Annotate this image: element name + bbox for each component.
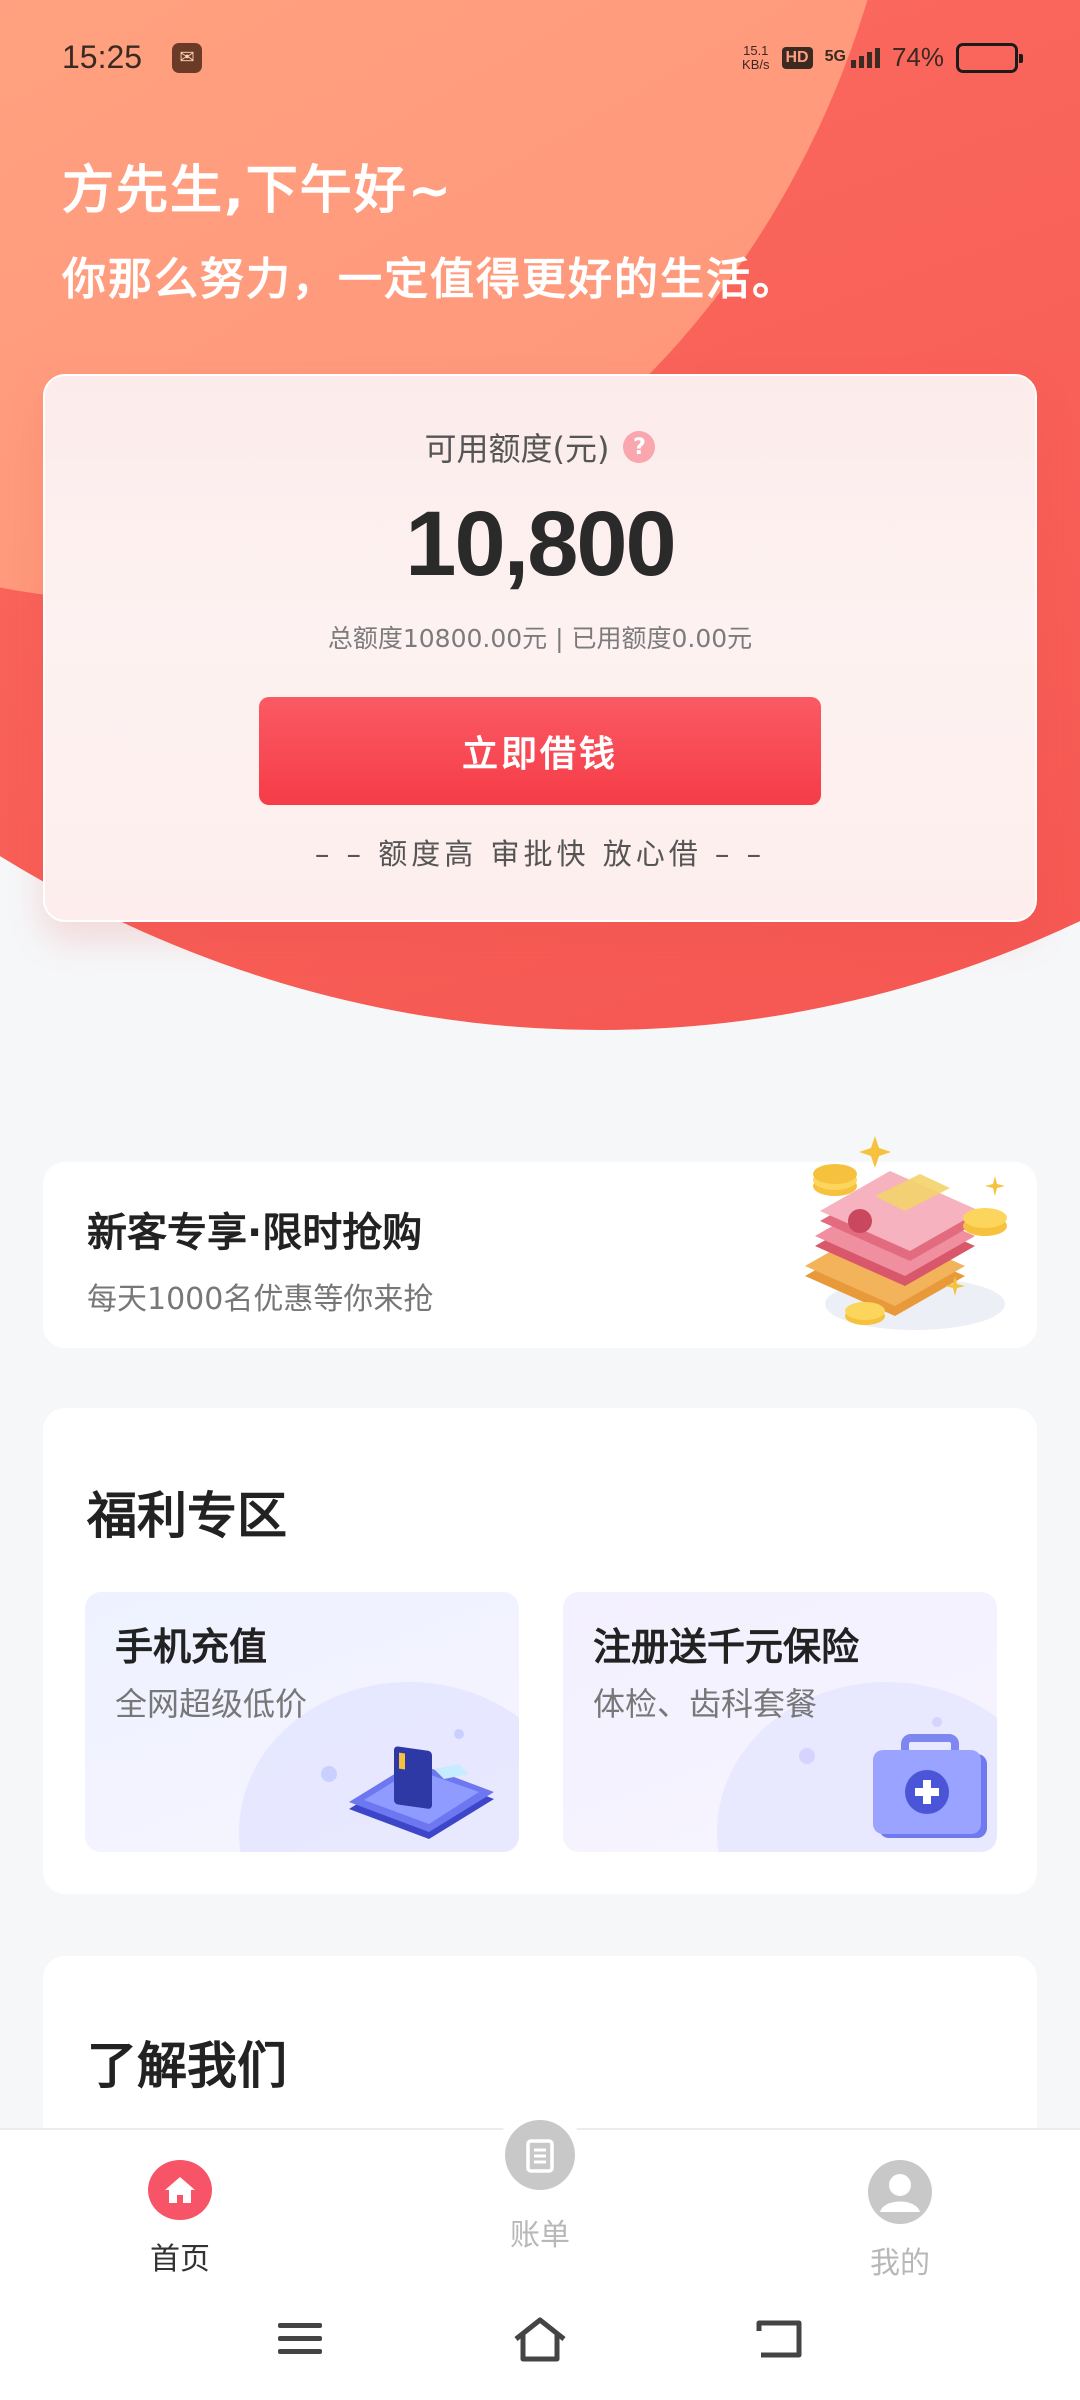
- app-notification-icon: ✉: [172, 42, 203, 73]
- greeting: 方先生,下午好~ 你那么努力，一定值得更好的生活。: [62, 148, 798, 307]
- welfare-item-title: 手机充值: [115, 1625, 268, 1669]
- tab-bill[interactable]: 账单: [360, 2120, 720, 2278]
- tab-label: 首页: [150, 2242, 210, 2277]
- tab-label: 我的: [870, 2246, 930, 2281]
- credit-card: 可用额度(元) ? 10,800 总额度10800.00元 | 已用额度0.00…: [43, 374, 1037, 922]
- credit-amount: 10,800: [405, 493, 676, 595]
- medical-kit-icon: [799, 1717, 987, 1838]
- greeting-title: 方先生,下午好~: [62, 161, 454, 221]
- user-icon: [868, 2160, 932, 2224]
- battery-percent: 74%: [891, 42, 944, 72]
- welfare-item-insurance[interactable]: 注册送千元保险 体检、齿科套餐: [563, 1592, 997, 1852]
- welfare-item-title: 注册送千元保险: [593, 1625, 860, 1669]
- home-nav-icon[interactable]: [510, 2309, 570, 2369]
- credit-title-row: 可用额度(元) ?: [45, 424, 1035, 470]
- tab-bar: 首页 账单 我的: [0, 2120, 1080, 2281]
- about-title: 了解我们: [87, 2037, 287, 2095]
- welfare-section: 福利专区 手机充值 全网超级低价 注册送千元保险 体检、齿科套餐: [43, 1408, 1037, 1894]
- hd-icon: HD: [781, 46, 813, 69]
- welfare-item-subtitle: 体检、齿科套餐: [593, 1685, 818, 1723]
- signal-icon: 5G: [825, 47, 880, 68]
- help-icon[interactable]: ?: [623, 431, 656, 463]
- tab-home[interactable]: 首页: [0, 2130, 360, 2278]
- welfare-item-phone-recharge[interactable]: 手机充值 全网超级低价: [85, 1592, 519, 1852]
- credit-slogan: – – 额度高 审批快 放心借 – –: [314, 837, 766, 871]
- phone-card-icon: [321, 1729, 494, 1839]
- system-nav-bar: [0, 2278, 1080, 2400]
- menu-icon[interactable]: [270, 2309, 330, 2369]
- cash-stack-icon: [805, 1136, 1007, 1330]
- status-bar: 15:25 ✉ 15.1 KB/s HD 5G 74%: [0, 0, 1080, 115]
- network-speed: 15.1 KB/s: [742, 42, 770, 72]
- tab-label: 账单: [510, 2218, 570, 2253]
- welfare-title: 福利专区: [87, 1487, 287, 1545]
- status-time: 15:25: [62, 39, 143, 75]
- borrow-now-button[interactable]: 立即借钱: [259, 697, 821, 805]
- home-icon: [148, 2160, 212, 2220]
- new-customer-promo-banner[interactable]: 新客专享·限时抢购 每天1000名优惠等你来抢: [43, 1136, 1037, 1348]
- bill-icon: [505, 2120, 575, 2190]
- greeting-subtitle: 你那么努力，一定值得更好的生活。: [62, 254, 798, 305]
- credit-summary: 总额度10800.00元 | 已用额度0.00元: [327, 624, 753, 653]
- welfare-item-subtitle: 全网超级低价: [115, 1685, 308, 1723]
- battery-icon: [956, 42, 1023, 73]
- back-icon[interactable]: [750, 2309, 810, 2369]
- credit-title: 可用额度(元): [424, 430, 610, 468]
- tab-mine[interactable]: 我的: [720, 2130, 1080, 2281]
